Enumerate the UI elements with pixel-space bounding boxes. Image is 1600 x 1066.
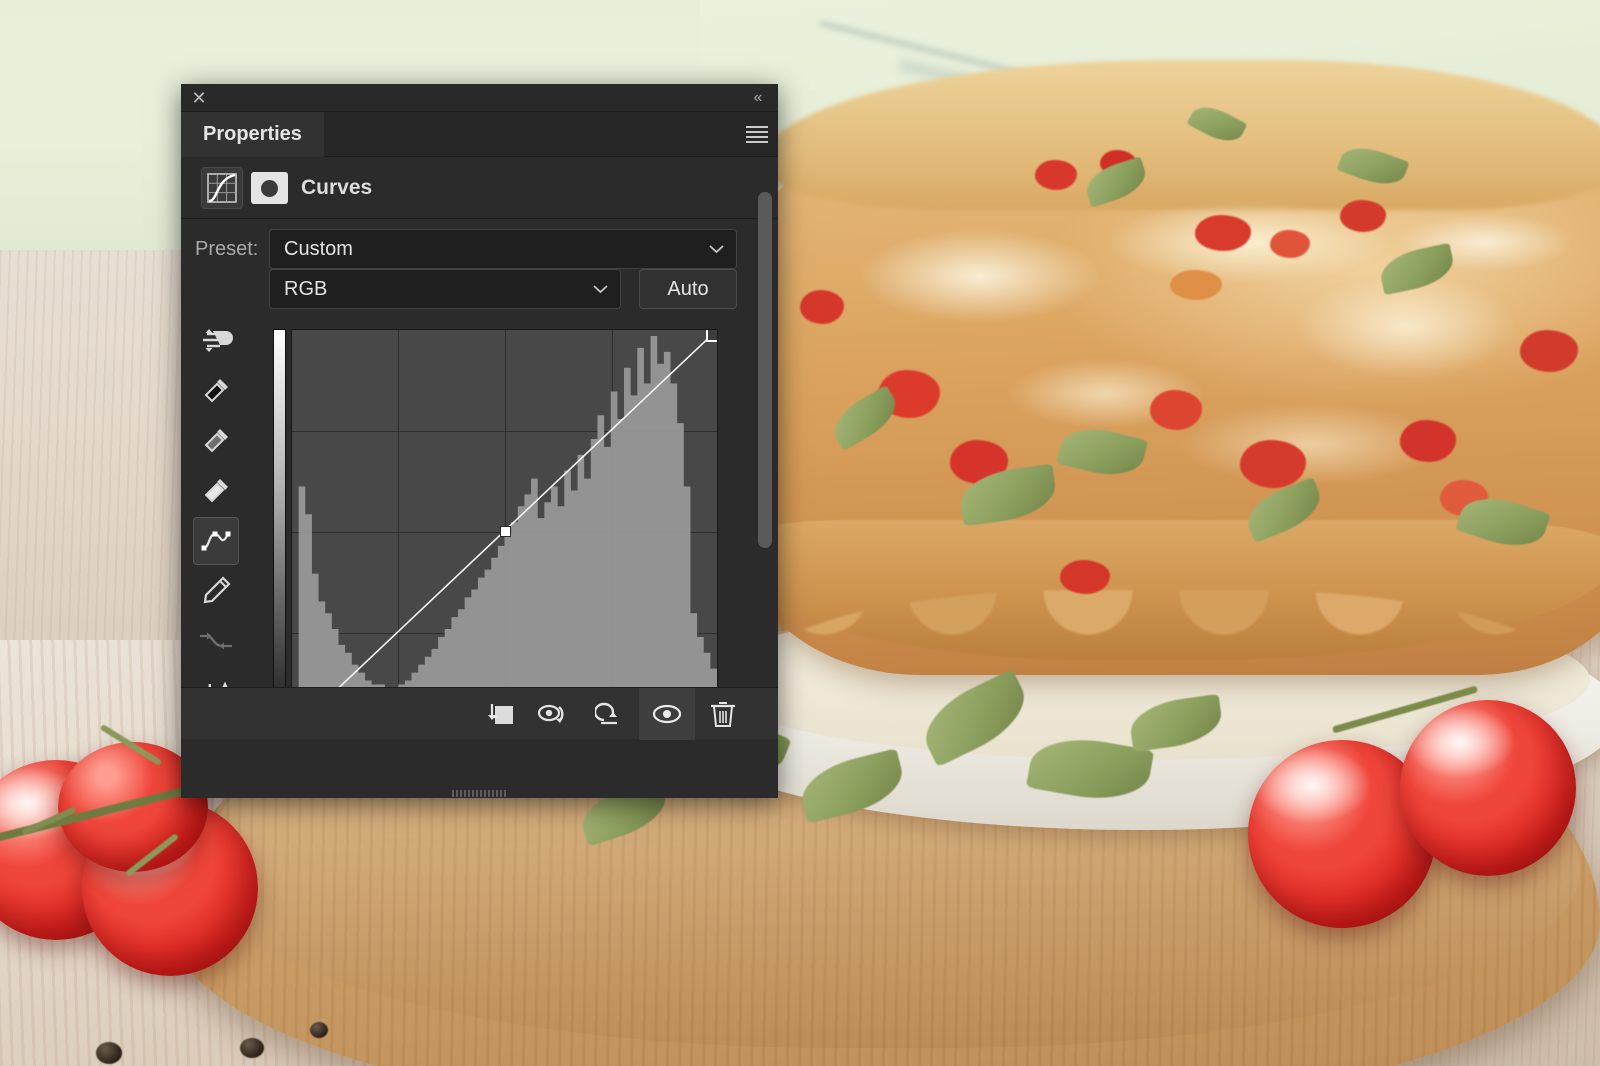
smooth-curve-icon[interactable] [193, 617, 239, 665]
midpoint-control-point[interactable] [500, 526, 511, 537]
preset-dropdown[interactable]: Custom [269, 229, 737, 269]
photo-tomato-piece [800, 290, 844, 324]
curves-tool-column [193, 317, 241, 717]
photo-tomato-piece [1170, 270, 1222, 300]
panel-button-bar [181, 687, 778, 740]
reset-adjustment-button[interactable] [583, 688, 639, 740]
photo-tomato-highlight [1400, 700, 1576, 876]
scrollbar-thumb[interactable] [758, 192, 772, 548]
panel-scrollbar[interactable] [758, 192, 772, 792]
auto-button[interactable]: Auto [639, 269, 737, 309]
curves-graph[interactable] [291, 329, 718, 733]
chevron-down-icon [593, 270, 608, 308]
preset-value: Custom [284, 238, 353, 260]
curve-point-tool-icon[interactable] [193, 517, 239, 565]
panel-titlebar: ✕ « [181, 84, 778, 112]
photo-tomato-piece [1400, 420, 1456, 462]
photo-tomato-piece [1270, 230, 1310, 258]
channel-value: RGB [284, 278, 328, 300]
preset-row: Preset: Custom [181, 229, 778, 269]
white-point-endpoint[interactable] [708, 330, 717, 340]
white-point-eyedropper-icon[interactable] [193, 467, 239, 515]
photo-tomato-piece [1060, 560, 1110, 594]
curves-graph-area[interactable] [273, 313, 718, 733]
pencil-draw-curve-icon[interactable] [193, 567, 239, 615]
targeted-adjustment-tool-icon[interactable] [193, 317, 239, 365]
gray-point-eyedropper-icon[interactable] [193, 417, 239, 465]
photo-tomato-piece [1150, 390, 1202, 430]
photo-peppercorn [240, 1038, 264, 1058]
toggle-before-after-button[interactable] [527, 688, 583, 740]
photo-peppercorn [310, 1022, 328, 1038]
preset-label: Preset: [195, 238, 259, 260]
collapse-double-chevron-icon[interactable]: « [746, 88, 768, 108]
properties-panel: ✕ « Properties Curves Preset: Custom RGB… [181, 84, 778, 798]
panel-tab-row: Properties [181, 112, 778, 157]
output-gradient-strip [273, 329, 286, 733]
photo-tomato-piece [1035, 160, 1077, 190]
clip-to-layer-button[interactable] [471, 688, 527, 740]
adjustment-header-row: Curves [181, 157, 778, 219]
curves-adjustment-icon[interactable] [201, 167, 243, 209]
photo-tomato-piece [1520, 330, 1578, 372]
channel-dropdown[interactable]: RGB [269, 269, 621, 309]
chevron-down-icon [709, 230, 724, 268]
panel-resize-grip[interactable] [451, 790, 508, 797]
adjustment-title: Curves [301, 176, 373, 199]
photo-tomato-piece [1195, 215, 1251, 251]
photo-tomato-piece [1340, 200, 1386, 232]
delete-adjustment-layer-button[interactable] [695, 688, 751, 740]
layer-mask-thumbnail[interactable] [251, 172, 288, 204]
photo-peppercorn [96, 1042, 122, 1064]
hamburger-menu-icon[interactable] [746, 126, 768, 143]
black-point-eyedropper-icon[interactable] [193, 367, 239, 415]
close-icon[interactable]: ✕ [189, 88, 209, 108]
toggle-layer-visibility-button[interactable] [639, 688, 695, 740]
photo-tomato-piece [1240, 440, 1306, 488]
tab-properties[interactable]: Properties [181, 112, 324, 157]
panel-body: Preset: Custom RGB Auto [181, 219, 778, 740]
